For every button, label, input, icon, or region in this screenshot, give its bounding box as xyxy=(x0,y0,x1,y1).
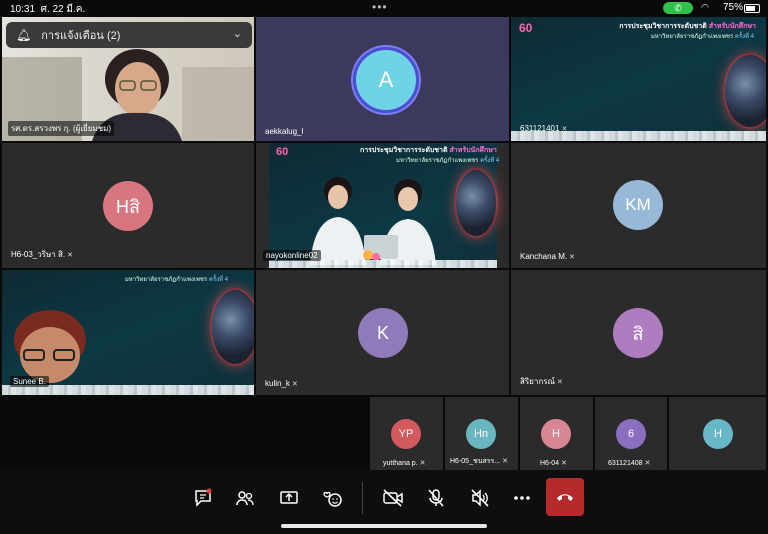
bell-icon: 🔔︎ xyxy=(16,28,32,42)
notification-text: การแจ้งเตือน (2) xyxy=(41,30,121,42)
video-off-icon xyxy=(383,489,403,507)
video-tile[interactable]: 60 การประชุมวิชาการระดับชาติ สำหรับนักศึ… xyxy=(511,17,766,141)
participant-name: H6-05_ชนสรร... ✕ xyxy=(450,458,508,465)
avatar: H xyxy=(541,419,571,449)
slide-orb xyxy=(210,288,254,366)
video-tile[interactable]: K kulin_k ✕ xyxy=(256,270,509,395)
avatar: Hสิ xyxy=(103,181,153,231)
reactions-icon xyxy=(323,491,342,507)
logo: 60 xyxy=(276,146,289,158)
multitasking-dots-icon[interactable]: ••• xyxy=(372,0,388,14)
battery-percent: 75% xyxy=(723,2,744,13)
participant-name: H6-03_วริษา สิ. ✕ xyxy=(11,250,73,259)
participant-name: aekkalug_l xyxy=(265,127,304,136)
participant-name: H6-04 ✕ xyxy=(540,460,567,467)
share-screen-button[interactable] xyxy=(276,485,302,511)
avatar: YP xyxy=(391,419,421,449)
video-tile[interactable]: สิ สิริยากรณ์ ✕ xyxy=(511,270,766,395)
mic-off-icon: ✕ xyxy=(561,460,567,467)
participants-button[interactable] xyxy=(232,485,258,511)
speaker-toggle-button[interactable] xyxy=(467,485,493,511)
mic-off-icon: ✕ xyxy=(67,252,73,259)
slide-orb xyxy=(454,168,498,238)
wifi-icon: ◠ xyxy=(701,2,709,12)
speaker-off-icon xyxy=(471,489,489,507)
mic-off-icon: ✕ xyxy=(556,379,563,386)
mic-toggle-button[interactable] xyxy=(423,485,449,511)
home-indicator[interactable] xyxy=(281,524,487,528)
participant-name: nayokonline02 xyxy=(263,250,321,261)
end-call-icon xyxy=(557,494,573,501)
toolbar-divider xyxy=(362,482,363,514)
more-button[interactable] xyxy=(509,485,535,511)
camera-toggle-button[interactable] xyxy=(380,485,406,511)
avatar: 6 xyxy=(616,419,646,449)
battery-icon xyxy=(744,4,760,13)
avatar: สิ xyxy=(613,308,663,358)
participant-name: Sunee B. xyxy=(10,376,49,387)
notification-banner[interactable]: 🔔︎ การแจ้งเตือน (2) ⌄ xyxy=(6,22,252,48)
slide-subtitle: มหาวิทยาลัยราชภัฏกำแพงเพชร ครั้งที่ 4 xyxy=(124,277,228,283)
slide-subtitle: มหาวิทยาลัยราชภัฏกำแพงเพชร ครั้งที่ 4 xyxy=(396,158,500,164)
more-icon xyxy=(514,496,530,500)
participant-name: kulin_k ✕ xyxy=(265,379,298,388)
video-tile-small[interactable]: Hn H6-05_ชนสรร... ✕ xyxy=(445,397,518,470)
mic-off-icon xyxy=(428,489,444,507)
participant-name: 631121408 ✕ xyxy=(608,460,651,467)
video-tile[interactable]: 60 การประชุมวิชาการระดับชาติ สำหรับนักศึ… xyxy=(256,143,509,268)
slide-skyline xyxy=(269,260,497,268)
video-tile[interactable]: Hสิ H6-03_วริษา สิ. ✕ xyxy=(2,143,254,268)
share-screen-icon xyxy=(280,491,298,504)
video-tile-small[interactable]: H xyxy=(669,397,766,470)
mic-off-icon: ✕ xyxy=(291,381,298,388)
video-tile-small[interactable]: YP yutthana p. ✕ xyxy=(370,397,443,470)
mic-off-icon: ✕ xyxy=(561,126,568,133)
status-bar: 10:31 ศ. 22 มี.ค. ••• ✆ ◠ 75% xyxy=(0,0,768,16)
slide-subtitle: มหาวิทยาลัยราชภัฏกำแพงเพชร ครั้งที่ 4 xyxy=(650,34,754,40)
avatar: H xyxy=(703,419,733,449)
video-tile[interactable]: KM Kanchana M. ✕ xyxy=(511,143,766,268)
end-call-button[interactable] xyxy=(546,478,584,516)
chevron-down-icon[interactable]: ⌄ xyxy=(233,27,242,40)
reactions-button[interactable] xyxy=(320,485,346,511)
video-tile-active[interactable]: A aekkalug_l xyxy=(256,17,509,141)
clock: 10:31 ศ. 22 มี.ค. xyxy=(10,4,86,15)
mic-off-icon: ✕ xyxy=(419,460,426,467)
avatar: A xyxy=(353,47,419,113)
participant-name: 631121401 ✕ xyxy=(520,124,568,133)
participant-name: Kanchana M. ✕ xyxy=(520,252,576,261)
avatar: K xyxy=(358,308,408,358)
chat-button[interactable] xyxy=(190,485,216,511)
video-tile-small[interactable]: H H6-04 ✕ xyxy=(520,397,593,470)
mic-off-icon: ✕ xyxy=(644,460,651,467)
mic-off-icon: ✕ xyxy=(502,458,508,465)
phone-icon[interactable]: ✆ xyxy=(663,2,693,14)
video-tile-small[interactable]: 6 631121408 ✕ xyxy=(595,397,667,470)
participant-name: yutthana p. ✕ xyxy=(383,460,426,467)
logo: 60 xyxy=(519,21,533,35)
chat-icon xyxy=(195,488,212,507)
participant-name: รศ.ดร.สรวงพร กุ. (ผู้เยี่ยมชม) xyxy=(8,121,115,136)
mic-off-icon: ✕ xyxy=(569,254,576,261)
participants-icon xyxy=(236,491,254,506)
participant-name: สิริยากรณ์ ✕ xyxy=(520,377,563,386)
avatar: Hn xyxy=(466,419,496,449)
avatar: KM xyxy=(613,180,663,230)
video-tile[interactable]: มหาวิทยาลัยราชภัฏกำแพงเพชร ครั้งที่ 4 Su… xyxy=(2,270,254,395)
